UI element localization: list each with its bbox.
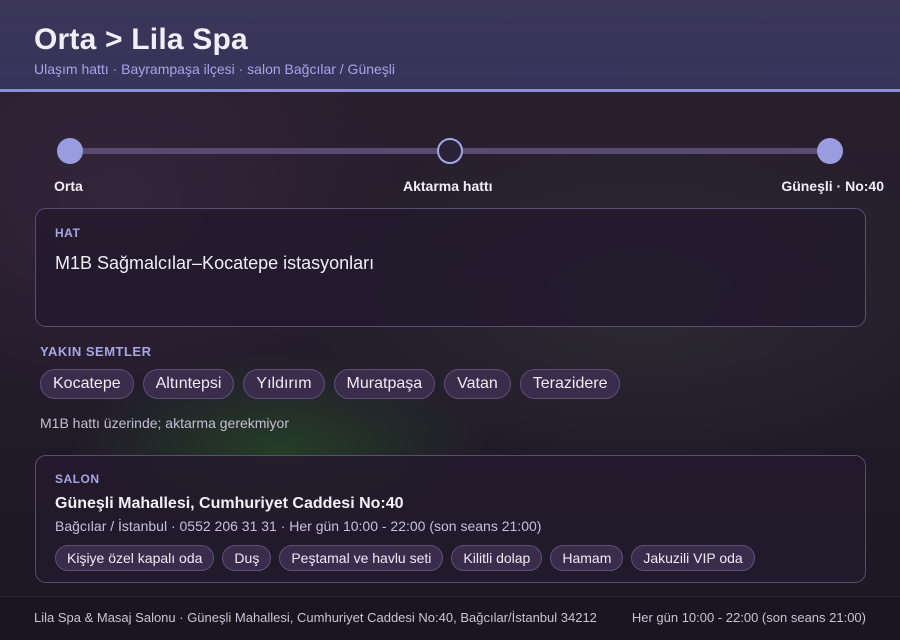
route-end-label: Güneşli · No:40 [781, 178, 884, 194]
line-card-label: HAT [55, 226, 81, 240]
route-start-label: Orta [54, 178, 83, 194]
nearby-chip[interactable]: Yıldırım [243, 369, 325, 399]
nearby-chips: Kocatepe Altıntepsi Yıldırım Muratpaşa V… [40, 369, 621, 399]
amenity-chip: Kilitli dolap [451, 545, 543, 571]
amenity-chip: Kişiye özel kapalı oda [55, 545, 215, 571]
line-card-value: M1B Sağmalcılar–Kocatepe istasyonları [55, 253, 375, 273]
salon-card: SALON Güneşli Mahallesi, Cumhuriyet Cadd… [35, 455, 866, 583]
amenity-chip: Jakuzili VIP oda [631, 545, 755, 571]
route-start-node [57, 138, 83, 164]
nearby-chip[interactable]: Muratpaşa [333, 369, 436, 399]
amenity-chip: Hamam [550, 545, 624, 571]
nearby-note: M1B hattı üzerinde; aktarma gerekmiyor [40, 415, 289, 431]
route-end-node [817, 138, 843, 164]
page-title: Orta > Lila Spa [34, 23, 248, 56]
footer-address: Lila Spa & Masaj Salonu · Güneşli Mahall… [34, 610, 597, 625]
footer-hours: Her gün 10:00 - 22:00 (son seans 21:00) [631, 610, 866, 625]
amenity-chip: Peştamal ve havlu seti [279, 545, 444, 571]
page-header: Orta > Lila Spa Ulaşım hattı · Bayrampaş… [0, 0, 900, 92]
salon-meta: Bağcılar / İstanbul · 0552 206 31 31 · H… [55, 518, 542, 534]
route-transfer-label: Aktarma hattı [403, 178, 493, 194]
page-subtitle: Ulaşım hattı · Bayrampaşa ilçesi · salon… [34, 61, 396, 77]
line-card: HAT M1B Sağmalcılar–Kocatepe istasyonlar… [35, 208, 866, 327]
nearby-chip[interactable]: Altıntepsi [142, 369, 235, 399]
nearby-chip[interactable]: Kocatepe [40, 369, 134, 399]
page-footer: Lila Spa & Masaj Salonu · Güneşli Mahall… [0, 596, 900, 640]
salon-card-label: SALON [55, 472, 100, 486]
nearby-chip[interactable]: Vatan [444, 369, 511, 399]
nearby-title: YAKIN SEMTLER [40, 344, 152, 359]
salon-address: Güneşli Mahallesi, Cumhuriyet Caddesi No… [55, 495, 404, 512]
amenity-list: Kişiye özel kapalı oda Duş Peştamal ve h… [55, 545, 755, 571]
route-transfer-node [437, 138, 463, 164]
nearby-chip[interactable]: Terazidere [519, 369, 621, 399]
amenity-chip: Duş [222, 545, 272, 571]
